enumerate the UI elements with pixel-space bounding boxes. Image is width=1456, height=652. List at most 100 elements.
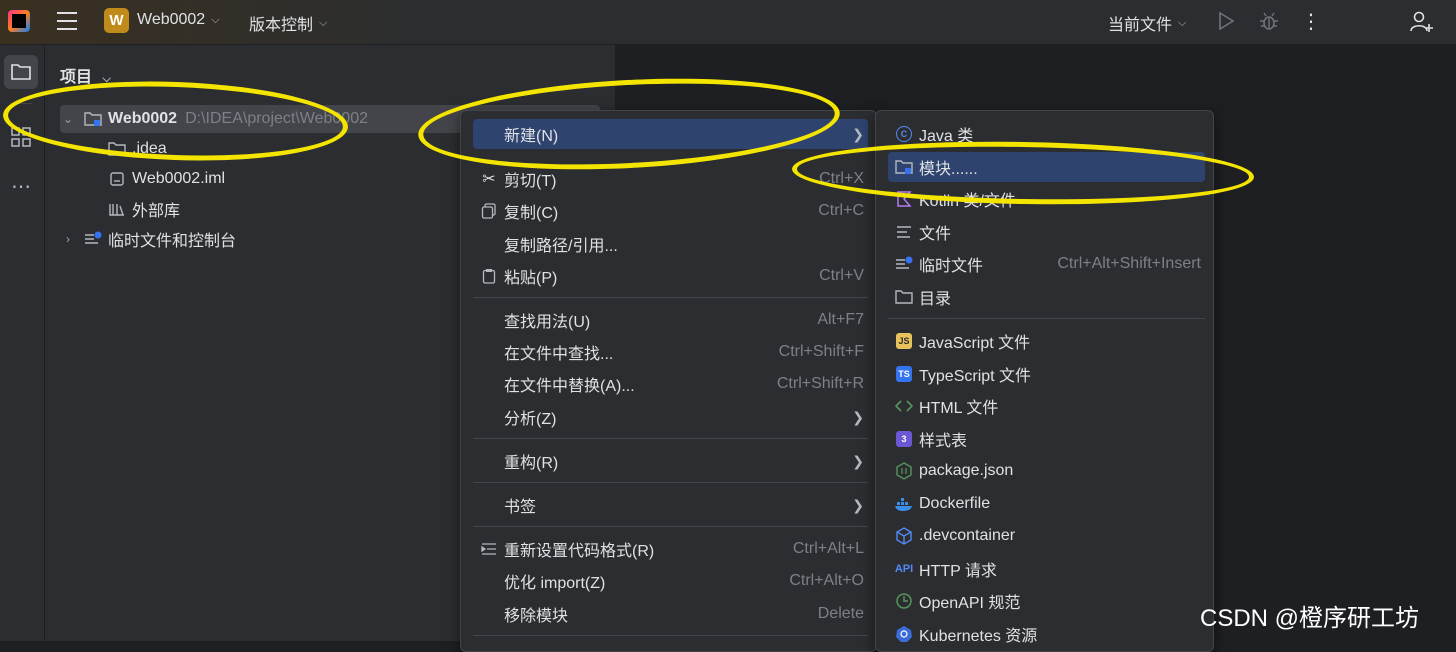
run-config-selector[interactable]: 当前文件 ⌵ (1108, 11, 1186, 35)
menu-item-refactor[interactable]: 重构(R) ❯ (473, 446, 868, 476)
openapi-icon (894, 591, 914, 611)
more-actions-icon[interactable]: ⋮ (1301, 10, 1321, 33)
vcs-menu[interactable]: 版本控制 ⌵ (249, 11, 327, 35)
menu-item-copy[interactable]: 复制(C) Ctrl+C (473, 196, 868, 226)
tree-item-label: Web0002.iml (132, 170, 226, 187)
scratch-file-icon (894, 254, 914, 274)
project-switcher[interactable]: Web0002 ⌵ (137, 11, 220, 29)
java-class-icon: C (894, 124, 914, 144)
library-icon (108, 200, 126, 218)
menu-separator (473, 438, 868, 439)
main-menu-icon[interactable] (57, 12, 77, 30)
tree-item-path: D:\IDEA\project\Web0002 (185, 110, 368, 127)
chevron-down-icon: ⌵ (1178, 16, 1187, 29)
paste-icon (479, 266, 499, 286)
menu-item-reformat-code[interactable]: 重新设置代码格式(R) Ctrl+Alt+L (473, 534, 868, 564)
submenu-item-file[interactable]: 文件 (888, 217, 1205, 247)
cube-icon (894, 526, 914, 546)
tree-item-label: Web0002 (108, 110, 178, 127)
stripe-divider (10, 103, 32, 104)
chevron-down-icon[interactable]: ⌄ (60, 112, 76, 126)
submenu-item-devcontainer[interactable]: .devcontainer (888, 521, 1205, 551)
menu-item-find-usages[interactable]: 查找用法(U) Alt+F7 (473, 305, 868, 335)
submenu-item-kubernetes[interactable]: Kubernetes 资源 (888, 619, 1205, 649)
submenu-item-http-request[interactable]: API HTTP 请求 (888, 554, 1205, 584)
api-icon: API (894, 563, 914, 575)
tree-item-label: 临时文件和控制台 (108, 233, 237, 250)
module-folder-icon (894, 157, 914, 177)
menu-separator (473, 635, 868, 636)
tree-item-idea[interactable]: › .idea (84, 135, 167, 163)
vcs-label: 版本控制 (249, 17, 314, 34)
kubernetes-icon (894, 624, 914, 644)
debug-icon[interactable] (1258, 10, 1280, 32)
project-tool-icon[interactable] (4, 55, 38, 89)
chevron-right-icon[interactable]: › (84, 142, 100, 156)
watermark: CSDN @橙序研工坊 (1200, 605, 1420, 632)
menu-item-cut[interactable]: ✂ 剪切(T) Ctrl+X (473, 164, 868, 194)
chevron-right-icon: ❯ (852, 125, 864, 142)
run-icon[interactable] (1217, 11, 1235, 31)
chevron-right-icon: ❯ (852, 408, 864, 425)
panel-title[interactable]: 项目 ⌵ (60, 63, 111, 87)
menu-item-find-in-files[interactable]: 在文件中查找... Ctrl+Shift+F (473, 337, 868, 367)
menu-separator (888, 318, 1205, 319)
menu-item-remove-module[interactable]: 移除模块 Delete (473, 599, 868, 629)
html-icon (894, 396, 914, 416)
kotlin-icon (894, 189, 914, 209)
menu-item-analyze[interactable]: 分析(Z) ❯ (473, 402, 868, 432)
css-icon: 3 (894, 429, 914, 449)
menu-item-bookmarks[interactable]: 书签 ❯ (473, 490, 868, 520)
menu-separator (473, 297, 868, 298)
menu-item-replace-in-files[interactable]: 在文件中替换(A)... Ctrl+Shift+R (473, 369, 868, 399)
more-tools-icon[interactable]: ⋯ (4, 169, 38, 203)
javascript-icon: JS (894, 331, 914, 351)
scissors-icon: ✂ (482, 171, 496, 188)
chevron-right-icon: ❯ (852, 496, 864, 513)
chevron-right-icon[interactable]: › (60, 232, 76, 246)
structure-tool-icon[interactable] (4, 120, 38, 154)
run-config-label: 当前文件 (1108, 17, 1173, 34)
tree-item-iml[interactable]: Web0002.iml (108, 165, 225, 193)
text-file-icon (894, 222, 914, 242)
project-badge[interactable]: W (104, 8, 129, 33)
title-bar: W Web0002 ⌵ 版本控制 ⌵ 当前文件 ⌵ ⋮ (0, 0, 1456, 45)
submenu-item-scratch-file[interactable]: 临时文件 Ctrl+Alt+Shift+Insert (888, 249, 1205, 279)
intellij-logo-icon[interactable] (8, 10, 30, 32)
submenu-item-stylesheet[interactable]: 3 样式表 (888, 424, 1205, 454)
scratches-icon (84, 230, 102, 248)
menu-item-copy-path[interactable]: 复制路径/引用... (473, 229, 868, 259)
menu-item-paste[interactable]: 粘贴(P) Ctrl+V (473, 261, 868, 291)
tool-window-stripe: ⋯ (0, 45, 45, 641)
submenu-item-module[interactable]: 模块...... (888, 152, 1205, 182)
submenu-item-openapi[interactable]: OpenAPI 规范 (888, 586, 1205, 616)
menu-item-new[interactable]: 新建(N) ❯ (473, 119, 868, 149)
context-menu: 新建(N) ❯ ✂ 剪切(T) Ctrl+X 复制(C) Ctrl+C 复制路径… (460, 110, 877, 652)
menu-item-optimize-imports[interactable]: 优化 import(Z) Ctrl+Alt+O (473, 566, 868, 596)
folder-icon (894, 287, 914, 307)
tree-item-scratches[interactable]: › 临时文件和控制台 (60, 225, 236, 253)
submenu-item-html[interactable]: HTML 文件 (888, 391, 1205, 421)
submenu-item-typescript[interactable]: TS TypeScript 文件 (888, 359, 1205, 389)
add-user-icon[interactable] (1408, 9, 1434, 35)
submenu-item-kotlin[interactable]: Kotlin 类/文件 (888, 184, 1205, 214)
docker-icon (894, 494, 914, 514)
submenu-item-dockerfile[interactable]: Dockerfile (888, 489, 1205, 519)
submenu-item-java-class[interactable]: C Java 类 (888, 119, 1205, 149)
tree-item-external-libraries[interactable]: 外部库 (84, 195, 180, 223)
module-folder-icon (84, 110, 102, 128)
submenu-item-directory[interactable]: 目录 (888, 282, 1205, 312)
tree-item-label: .idea (132, 140, 167, 157)
submenu-item-package-json[interactable]: package.json (888, 456, 1205, 486)
menu-separator (473, 482, 868, 483)
chevron-down-icon: ⌵ (319, 16, 328, 29)
chevron-down-icon: ⌵ (102, 73, 111, 85)
folder-icon (108, 140, 126, 158)
submenu-item-javascript[interactable]: JS JavaScript 文件 (888, 326, 1205, 356)
